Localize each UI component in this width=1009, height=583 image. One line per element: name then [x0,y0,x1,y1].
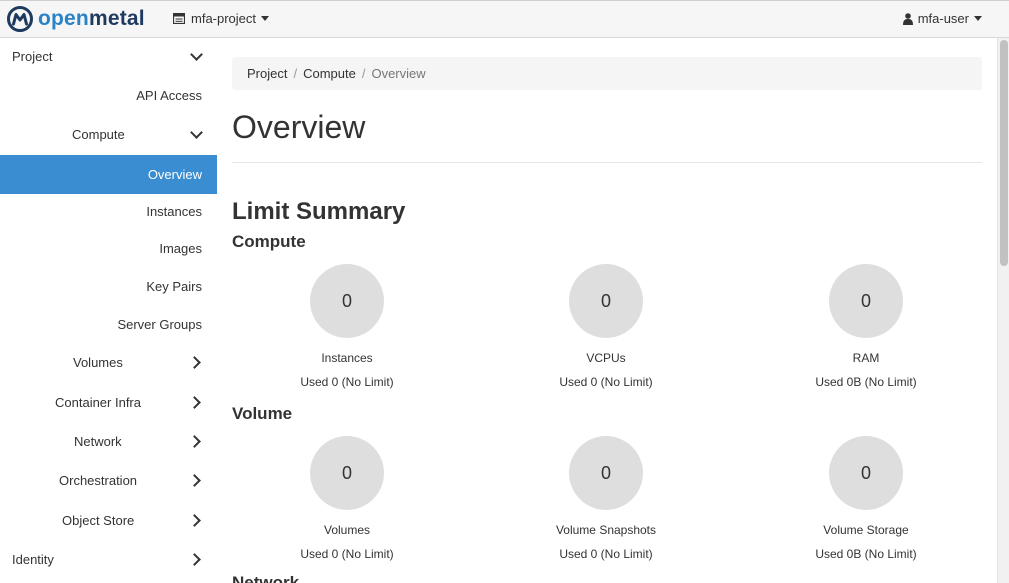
chevron-right-icon [188,396,201,409]
pie-label: Volume Storage [823,523,909,537]
user-name: mfa-user [917,11,969,26]
sidebar-item-container-infra[interactable]: Container Infra [0,391,217,415]
pie-chart: 0 [829,436,903,510]
main-content: Project / Compute / Overview Overview Li… [232,38,982,583]
compute-section-heading: Compute [232,232,306,251]
breadcrumb-overview: Overview [371,66,426,81]
page-title: Overview [232,109,366,145]
pie-usage: Used 0 (No Limit) [300,547,394,561]
pie-chart: 0 [310,436,384,510]
pie-label: Volume Snapshots [555,523,657,537]
chevron-right-icon [188,514,201,527]
divider [232,162,982,163]
pie-label: RAM [852,351,880,365]
sidebar: Project API Access Compute Overview Inst… [0,38,217,583]
sidebar-item-server-groups[interactable]: Server Groups [0,315,217,335]
brand-name: openmetal [38,7,145,30]
chevron-right-icon [188,474,201,487]
pie-chart: 0 [310,264,384,338]
network-section-heading: Network [232,573,300,583]
pie-usage: Used 0 (No Limit) [559,547,653,561]
sidebar-item-network[interactable]: Network [0,430,217,454]
pie-chart: 0 [569,264,643,338]
pie-volumes: 0 Volumes Used 0 (No Limit) [272,436,422,561]
pie-ram: 0 RAM Used 0B (No Limit) [791,264,941,389]
pie-chart: 0 [569,436,643,510]
pie-usage: Used 0 (No Limit) [300,375,394,389]
pie-label: Instances [321,351,373,365]
project-name: mfa-project [191,11,257,26]
scrollbar-thumb[interactable] [1000,40,1008,266]
pie-label: Volumes [323,523,371,537]
chevron-right-icon [188,553,201,566]
pie-instances: 0 Instances Used 0 (No Limit) [272,264,422,389]
chevron-down-icon [190,126,203,139]
pie-volume-storage: 0 Volume Storage Used 0B (No Limit) [791,436,941,561]
sidebar-item-overview[interactable]: Overview [0,155,217,194]
breadcrumb: Project / Compute / Overview [232,57,982,90]
scrollbar[interactable] [997,38,1009,583]
sidebar-item-object-store[interactable]: Object Store [0,509,217,533]
user-icon [902,12,913,25]
breadcrumb-compute[interactable]: Compute [303,66,356,81]
sidebar-item-key-pairs[interactable]: Key Pairs [0,277,217,297]
limit-summary-heading: Limit Summary [232,198,406,225]
openmetal-logo-icon [7,6,33,32]
pie-usage: Used 0 (No Limit) [559,375,653,389]
sidebar-item-api-access[interactable]: API Access [0,86,217,106]
chevron-right-icon [188,435,201,448]
pie-usage: Used 0B (No Limit) [815,375,917,389]
sidebar-item-instances[interactable]: Instances [0,202,217,222]
brand-logo[interactable]: openmetal [6,5,145,33]
sidebar-item-images[interactable]: Images [0,239,217,259]
volume-section-heading: Volume [232,404,293,423]
breadcrumb-project[interactable]: Project [247,66,287,81]
pie-volume-snapshots: 0 Volume Snapshots Used 0 (No Limit) [531,436,681,561]
pie-label: VCPUs [586,351,626,365]
breadcrumb-separator: / [361,66,366,81]
pie-vcpus: 0 VCPUs Used 0 (No Limit) [531,264,681,389]
user-dropdown[interactable]: mfa-user [902,11,982,26]
sidebar-item-compute[interactable]: Compute [0,123,217,147]
sidebar-item-orchestration[interactable]: Orchestration [0,469,217,493]
breadcrumb-separator: / [293,66,298,81]
chevron-down-icon [190,48,203,61]
caret-down-icon [974,16,982,21]
chevron-right-icon [188,356,201,369]
pie-usage: Used 0B (No Limit) [815,547,917,561]
sidebar-item-identity[interactable]: Identity [0,548,217,572]
pie-chart: 0 [829,264,903,338]
sidebar-item-project[interactable]: Project [0,38,217,76]
sidebar-item-volumes[interactable]: Volumes [0,351,217,375]
caret-down-icon [261,16,270,21]
server-icon [173,13,185,24]
top-navbar: openmetal mfa-project mfa-user [0,0,1009,38]
project-dropdown[interactable]: mfa-project [173,11,270,26]
